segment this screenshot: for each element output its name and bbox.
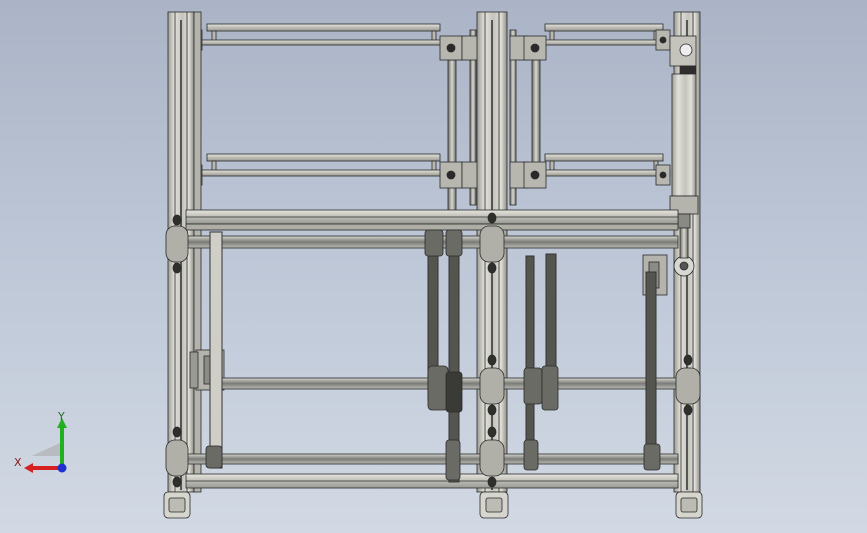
x-axis-label: X [14,456,22,469]
main-cross-beam [185,209,679,231]
upper-rail-assembly-left [199,23,471,177]
z-axis-icon [57,463,67,473]
graphics-viewport[interactable]: Y X [0,0,867,533]
slider-blocks [187,29,671,189]
bottom-frame-rail [185,473,679,489]
cad-model-front-view[interactable] [0,0,867,533]
belts [209,231,657,483]
coordinate-triad: Y X [14,412,67,473]
leveling-feet [163,491,703,519]
xy-plane-shading [32,442,62,456]
shaft-lower [185,453,679,465]
y-axis-label: Y [57,412,65,423]
